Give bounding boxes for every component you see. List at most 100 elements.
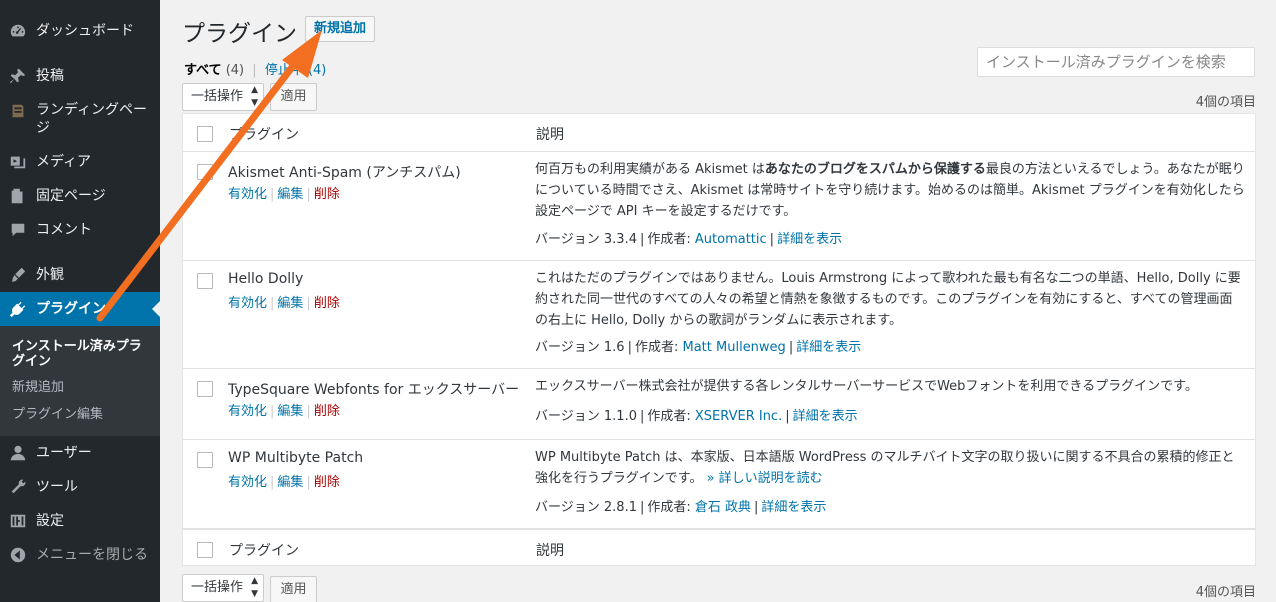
- table-footer-row: プラグイン 説明: [183, 529, 1255, 567]
- details-link[interactable]: 詳細を表示: [777, 232, 842, 247]
- author-link[interactable]: XSERVER Inc.: [695, 409, 782, 424]
- menu-appearance[interactable]: 外観: [0, 266, 160, 284]
- author-label: 作成者:: [647, 409, 691, 424]
- author-link[interactable]: Matt Mullenweg: [683, 340, 786, 355]
- menu-comments[interactable]: コメント: [0, 221, 160, 239]
- user-icon: [0, 444, 36, 462]
- menu-label: プラグイン: [36, 301, 106, 317]
- filter-separator: |: [252, 63, 257, 78]
- version-value: 2.8.1: [603, 500, 637, 515]
- edit-link[interactable]: 編集: [277, 296, 303, 311]
- activate-link[interactable]: 有効化: [228, 475, 267, 490]
- edit-link[interactable]: 編集: [277, 187, 303, 202]
- column-header-plugin: プラグイン: [229, 127, 299, 143]
- table-header-row: プラグイン 説明: [183, 114, 1255, 152]
- desc-bold: あなたのブログをスパムから保護する: [764, 162, 986, 177]
- desc-text: 何百万もの利用実績がある Akismet は: [535, 162, 765, 177]
- tool-icon: [0, 478, 36, 496]
- apply-button-top[interactable]: 適用: [270, 83, 317, 111]
- menu-dashboard[interactable]: ダッシュボード: [0, 22, 160, 40]
- bulk-action-select-bottom[interactable]: 一括操作 ▲ ▼: [182, 574, 264, 602]
- plugins-submenu: インストール済みプラグイン 新規追加 プラグイン編集: [0, 326, 160, 436]
- version-label: バージョン: [535, 409, 600, 424]
- add-new-button[interactable]: 新規追加: [305, 16, 376, 42]
- menu-label: 投稿: [36, 68, 64, 84]
- page-icon: [0, 187, 36, 205]
- menu-label: ランディングページ: [36, 102, 148, 136]
- filter-inactive[interactable]: 停止中 (4): [265, 63, 327, 78]
- menu-label: コメント: [36, 222, 92, 238]
- landing-page-icon: [0, 101, 36, 120]
- items-count-bottom: 4個の項目: [1195, 585, 1256, 600]
- bulk-action-select-top[interactable]: 一括操作 ▲ ▼: [182, 83, 264, 111]
- menu-label: 設定: [36, 513, 64, 529]
- details-link[interactable]: 詳細を表示: [796, 340, 861, 355]
- menu-posts[interactable]: 投稿: [0, 67, 160, 85]
- table-row: WP Multibyte Patch 有効化 | 編集 | 削除 WP Multibyt…: [183, 440, 1255, 529]
- details-link[interactable]: 詳細を表示: [761, 500, 826, 515]
- submenu-add-new[interactable]: 新規追加: [12, 380, 152, 395]
- menu-collapse[interactable]: メニューを閉じる: [0, 546, 160, 564]
- filter-all[interactable]: すべて: [184, 63, 222, 78]
- desc-text: WP Multibyte Patch は、本家版、日本語版 WordPress …: [535, 450, 1235, 486]
- page-title: プラグイン: [182, 21, 297, 47]
- submenu-installed-plugins[interactable]: インストール済みプラグイン: [12, 339, 152, 369]
- row-checkbox[interactable]: [197, 381, 213, 397]
- author-link[interactable]: 倉石 政典: [695, 500, 751, 515]
- activate-link[interactable]: 有効化: [228, 187, 267, 202]
- items-count-top: 4個の項目: [1195, 95, 1256, 110]
- submenu-plugin-editor[interactable]: プラグイン編集: [12, 407, 152, 422]
- plugin-description: 何百万もの利用実績がある Akismet はあなたのブログをスパムから保護する最…: [535, 159, 1245, 222]
- comment-icon: [0, 221, 36, 239]
- table-row: TypeSquare Webfonts for エックスサーバー 有効化 | 編集 |…: [183, 369, 1255, 440]
- delete-link[interactable]: 削除: [314, 404, 340, 419]
- apply-button-bottom[interactable]: 適用: [270, 576, 317, 602]
- delete-link[interactable]: 削除: [314, 475, 340, 490]
- column-footer-description: 説明: [536, 543, 564, 559]
- author-label: 作成者:: [647, 500, 691, 515]
- row-checkbox[interactable]: [197, 164, 213, 180]
- details-link[interactable]: 詳細を表示: [793, 409, 858, 424]
- plugins-table: プラグイン 説明 Akismet Anti-Spam (アンチスパム) 有効化 |…: [182, 113, 1256, 566]
- menu-pages[interactable]: 固定ページ: [0, 187, 160, 205]
- edit-link[interactable]: 編集: [277, 475, 303, 490]
- activate-link[interactable]: 有効化: [228, 404, 267, 419]
- row-actions: 有効化 | 編集 | 削除: [228, 475, 340, 490]
- activate-link[interactable]: 有効化: [228, 296, 267, 311]
- row-checkbox[interactable]: [197, 452, 213, 468]
- media-icon: [0, 153, 36, 171]
- menu-label: ツール: [36, 479, 78, 495]
- edit-link[interactable]: 編集: [277, 404, 303, 419]
- menu-label: メニューを閉じる: [36, 547, 148, 563]
- bulk-action-label: 一括操作: [191, 580, 244, 595]
- delete-link[interactable]: 削除: [314, 187, 340, 202]
- collapse-icon: [0, 546, 36, 564]
- version-value: 1.6: [603, 340, 625, 355]
- plugin-meta: バージョン 1.1.0 | 作成者: XSERVER Inc. | 詳細を表示: [535, 409, 858, 424]
- plugin-meta: バージョン 2.8.1 | 作成者: 倉石 政典 | 詳細を表示: [535, 500, 827, 515]
- select-all-checkbox-bottom[interactable]: [197, 542, 213, 558]
- read-more-link[interactable]: » 詳しい説明を読む: [707, 471, 823, 486]
- plugin-name: WP Multibyte Patch: [228, 450, 364, 466]
- menu-plugins[interactable]: プラグイン: [0, 292, 160, 326]
- menu-settings[interactable]: 設定: [0, 512, 160, 530]
- select-arrows-icon: ▲ ▼: [251, 85, 258, 108]
- menu-landing-page[interactable]: ランディングページ: [0, 101, 160, 137]
- table-row: Akismet Anti-Spam (アンチスパム) 有効化 | 編集 | 削除 何百万…: [183, 152, 1255, 261]
- row-actions: 有効化 | 編集 | 削除: [228, 404, 340, 419]
- author-link[interactable]: Automattic: [695, 232, 767, 247]
- select-all-checkbox[interactable]: [197, 126, 213, 142]
- appearance-icon: [0, 266, 36, 284]
- row-checkbox[interactable]: [197, 273, 213, 289]
- delete-link[interactable]: 削除: [314, 296, 340, 311]
- menu-users[interactable]: ユーザー: [0, 444, 160, 462]
- menu-tools[interactable]: ツール: [0, 478, 160, 496]
- select-arrows-icon: ▲ ▼: [251, 576, 258, 599]
- menu-media[interactable]: メディア: [0, 153, 160, 171]
- menu-label: ユーザー: [36, 445, 92, 461]
- plugin-meta: バージョン 1.6 | 作成者: Matt Mullenweg | 詳細を表示: [535, 340, 862, 355]
- plugin-search-input[interactable]: インストール済みプラグインを検索: [977, 47, 1255, 77]
- plugin-name: TypeSquare Webfonts for エックスサーバー: [228, 382, 520, 398]
- plugin-description: WP Multibyte Patch は、本家版、日本語版 WordPress …: [535, 447, 1245, 489]
- menu-label: ダッシュボード: [36, 23, 134, 39]
